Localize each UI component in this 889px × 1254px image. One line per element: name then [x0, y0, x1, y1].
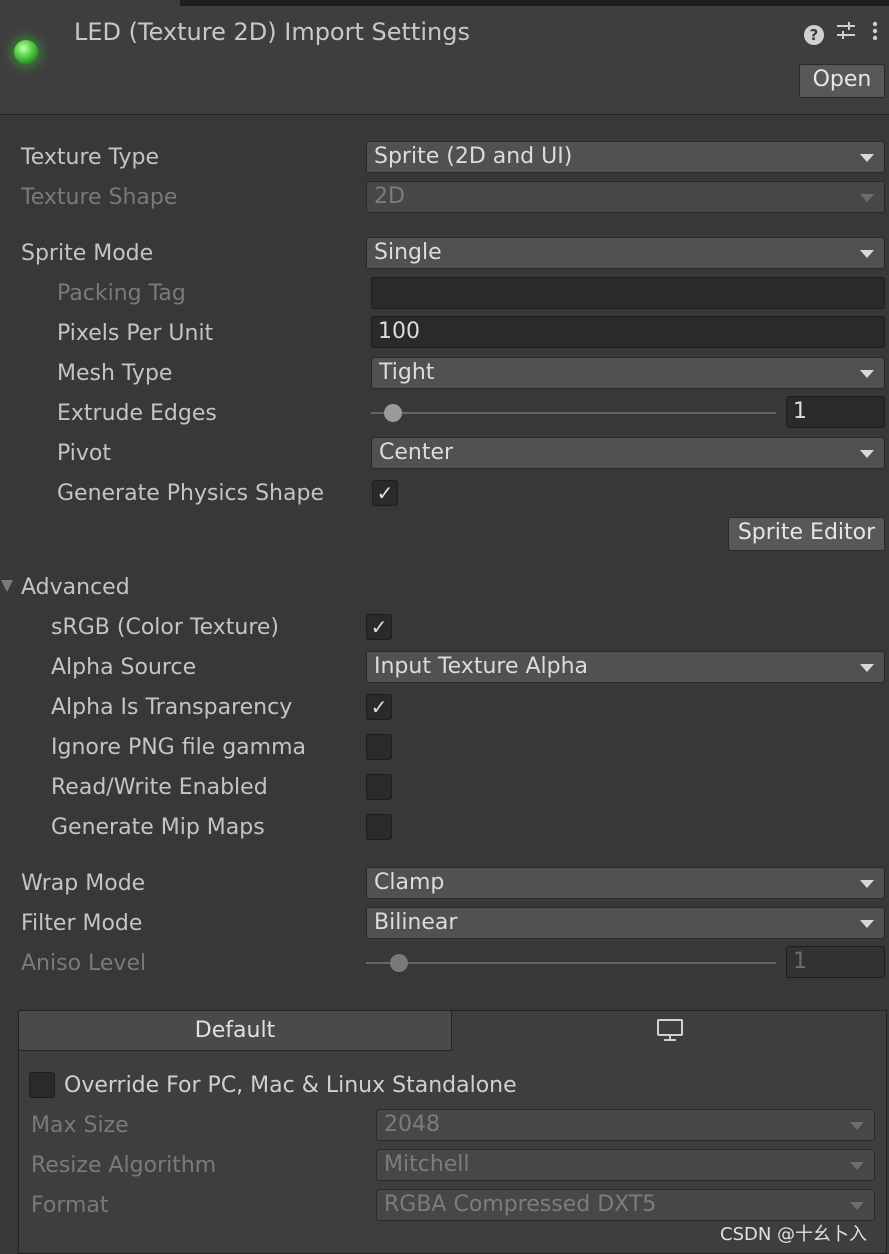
texture-shape-dropdown: 2D: [366, 181, 885, 213]
format-dropdown: RGBA Compressed DXT5: [376, 1189, 875, 1221]
chevron-down-icon: [860, 450, 874, 458]
override-checkbox[interactable]: [29, 1072, 55, 1098]
override-label: Override For PC, Mac & Linux Standalone: [64, 1073, 517, 1098]
generate-physics-shape-label: Generate Physics Shape: [57, 481, 324, 506]
alpha-is-transparency-checkbox[interactable]: ✓: [366, 694, 392, 720]
alpha-source-dropdown[interactable]: Input Texture Alpha: [366, 651, 885, 683]
sliders-icon[interactable]: [833, 20, 859, 46]
texture-type-value: Sprite (2D and UI): [374, 144, 573, 169]
generate-mip-maps-checkbox[interactable]: [366, 814, 392, 840]
alpha-source-label: Alpha Source: [51, 655, 197, 680]
checkmark-icon: ✓: [370, 695, 388, 719]
extrude-edges-slider-thumb[interactable]: [384, 404, 402, 422]
wrap-mode-dropdown[interactable]: Clamp: [366, 867, 885, 899]
pivot-dropdown[interactable]: Center: [371, 437, 885, 469]
read-write-checkbox[interactable]: [366, 774, 392, 800]
ignore-png-gamma-label: Ignore PNG file gamma: [51, 735, 306, 760]
ignore-png-gamma-checkbox[interactable]: [366, 734, 392, 760]
chevron-down-icon: [860, 920, 874, 928]
srgb-label: sRGB (Color Texture): [51, 615, 280, 640]
pivot-label: Pivot: [57, 441, 112, 466]
extrude-edges-input[interactable]: 1: [786, 396, 885, 428]
foldout-arrow-icon[interactable]: [1, 580, 13, 592]
mesh-type-value: Tight: [379, 360, 435, 385]
alpha-source-value: Input Texture Alpha: [374, 654, 589, 679]
aniso-level-slider-track: [366, 962, 776, 964]
extrude-edges-label: Extrude Edges: [57, 401, 217, 426]
chevron-down-icon: [860, 250, 874, 258]
help-icon[interactable]: ?: [801, 20, 827, 46]
chevron-down-icon: [860, 664, 874, 672]
filter-mode-value: Bilinear: [374, 910, 458, 935]
format-value: RGBA Compressed DXT5: [384, 1192, 657, 1217]
resize-algorithm-label: Resize Algorithm: [31, 1153, 217, 1178]
wrap-mode-label: Wrap Mode: [21, 871, 146, 896]
checkmark-icon: ✓: [370, 615, 388, 639]
pixels-per-unit-input[interactable]: 100: [371, 316, 885, 348]
chevron-down-icon: [860, 194, 874, 202]
max-size-value: 2048: [384, 1112, 440, 1137]
resize-algorithm-dropdown: Mitchell: [376, 1149, 875, 1181]
page-title: LED (Texture 2D) Import Settings: [74, 18, 470, 46]
checkmark-icon: ✓: [376, 481, 394, 505]
format-label: Format: [31, 1193, 109, 1218]
read-write-label: Read/Write Enabled: [51, 775, 268, 800]
open-button[interactable]: Open: [799, 64, 885, 98]
sprite-editor-button[interactable]: Sprite Editor: [728, 517, 885, 551]
wrap-mode-value: Clamp: [374, 870, 445, 895]
chevron-down-icon: [850, 1162, 864, 1170]
tab-default[interactable]: Default: [19, 1011, 452, 1051]
watermark: CSDN @十幺卜入: [720, 1224, 868, 1245]
filter-mode-dropdown[interactable]: Bilinear: [366, 907, 885, 939]
alpha-is-transparency-label: Alpha Is Transparency: [51, 695, 293, 720]
sprite-mode-dropdown[interactable]: Single: [366, 237, 885, 269]
generate-physics-shape-checkbox[interactable]: ✓: [372, 480, 398, 506]
filter-mode-label: Filter Mode: [21, 911, 143, 936]
chevron-down-icon: [850, 1202, 864, 1210]
texture-shape-value: 2D: [374, 184, 405, 209]
extrude-edges-slider-track[interactable]: [371, 412, 776, 414]
packing-tag-label: Packing Tag: [57, 281, 186, 306]
more-vertical-icon[interactable]: [865, 20, 885, 46]
led-texture-icon: [14, 40, 38, 64]
max-size-dropdown: 2048: [376, 1109, 875, 1141]
texture-type-label: Texture Type: [21, 145, 160, 170]
sprite-mode-label: Sprite Mode: [21, 241, 154, 266]
texture-type-dropdown[interactable]: Sprite (2D and UI): [366, 141, 885, 173]
packing-tag-input[interactable]: [371, 277, 885, 309]
chevron-down-icon: [850, 1122, 864, 1130]
aniso-level-label: Aniso Level: [21, 951, 147, 976]
resize-algorithm-value: Mitchell: [384, 1152, 470, 1177]
chevron-down-icon: [860, 370, 874, 378]
pixels-per-unit-label: Pixels Per Unit: [57, 321, 214, 346]
max-size-label: Max Size: [31, 1113, 129, 1138]
chevron-down-icon: [860, 154, 874, 162]
pivot-value: Center: [379, 440, 454, 465]
mesh-type-label: Mesh Type: [57, 361, 173, 386]
tab-standalone[interactable]: [453, 1011, 886, 1051]
generate-mip-maps-label: Generate Mip Maps: [51, 815, 265, 840]
monitor-icon: [655, 1019, 685, 1050]
texture-shape-label: Texture Shape: [21, 185, 178, 210]
srgb-checkbox[interactable]: ✓: [366, 614, 392, 640]
chevron-down-icon: [860, 880, 874, 888]
aniso-level-input: 1: [786, 946, 885, 978]
sprite-mode-value: Single: [374, 240, 442, 265]
aniso-level-slider-thumb: [390, 954, 408, 972]
mesh-type-dropdown[interactable]: Tight: [371, 357, 885, 389]
advanced-foldout-label[interactable]: Advanced: [21, 572, 130, 604]
